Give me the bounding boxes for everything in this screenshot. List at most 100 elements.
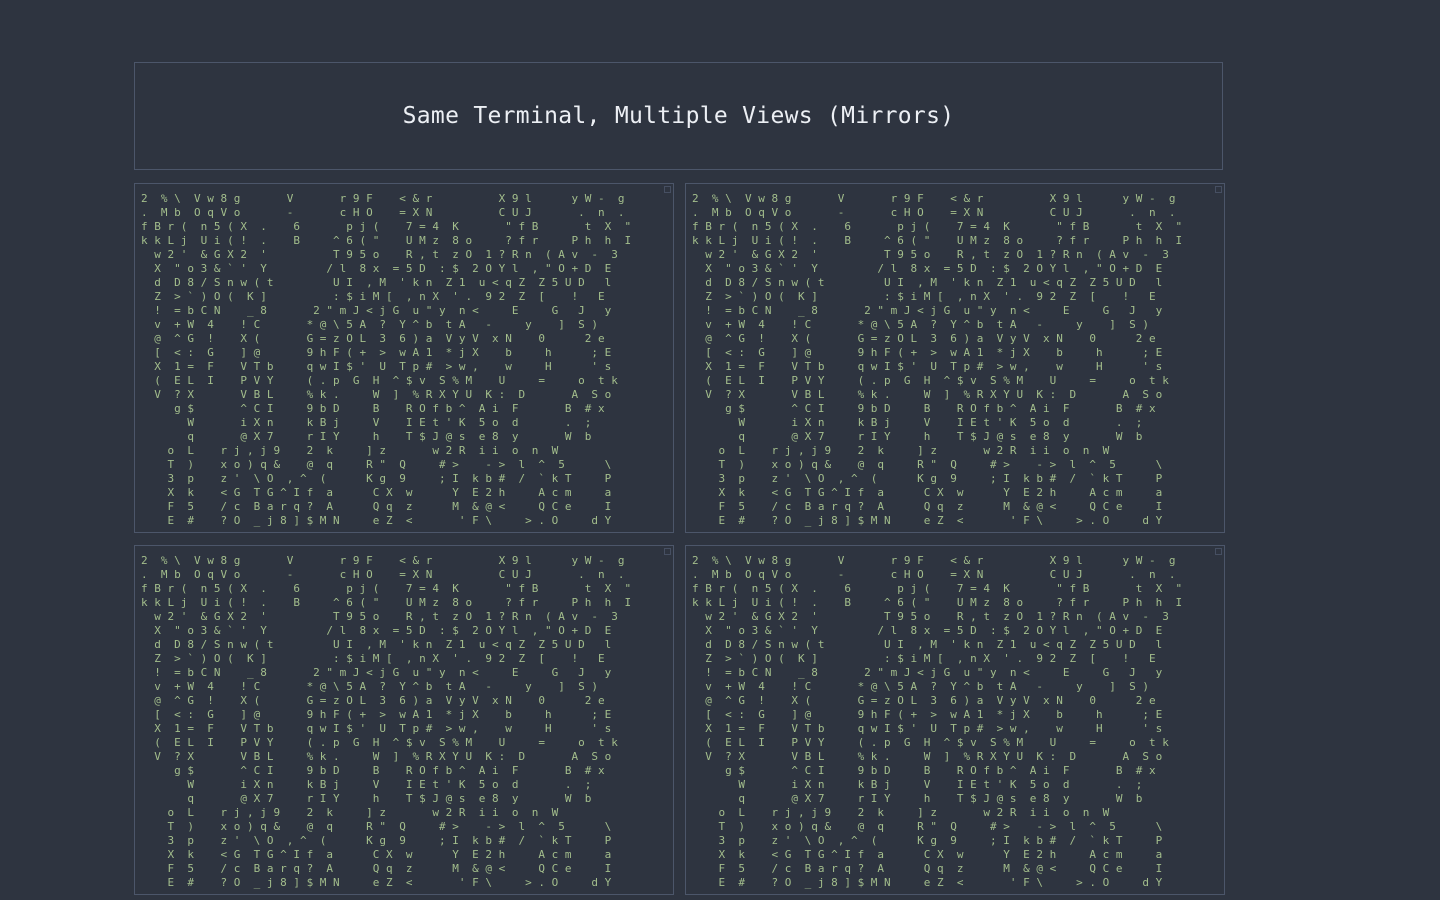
terminal-line: ( E L I P V Y ( . p G H ^ $ v S % M U = … — [141, 736, 618, 749]
terminal-line: v + W 4 ! C * @ \ 5 A ? Y ^ b t A - y ] … — [692, 680, 1149, 693]
terminal-line: w 2 ' & G X 2 ' T 9 5 o R , t z O 1 ? R … — [141, 610, 618, 623]
terminal-line: f B r ( n 5 ( X . 6 p j ( 7 = 4 K " f B … — [692, 220, 1183, 233]
terminal-line: X 1 = F V T b q w I $ ' U T p # > w , w … — [692, 360, 1163, 373]
terminal-line: W i X n k B j V I E t ' K 5 o d . ; — [692, 778, 1143, 791]
terminal-line: ( E L I P V Y ( . p G H ^ $ v S % M U = … — [141, 374, 618, 387]
terminal-line: w 2 ' & G X 2 ' T 9 5 o R , t z O 1 ? R … — [692, 610, 1169, 623]
terminal-line: k k L j U i ( ! . B ^ 6 ( " U M z 8 o ? … — [692, 596, 1183, 609]
terminal-line: Z > ` ) O ( K ] : $ i M [ , n X ' . 9 2 … — [692, 290, 1156, 303]
terminal-line: f B r ( n 5 ( X . 6 p j ( 7 = 4 K " f B … — [141, 582, 632, 595]
terminal-view-2[interactable]: 2 % \ V w 8 g V r 9 F < & r X 9 l y W - … — [685, 183, 1225, 533]
terminal-view-3[interactable]: 2 % \ V w 8 g V r 9 F < & r X 9 l y W - … — [134, 545, 674, 895]
terminal-line: X " o 3 & ` ' Y / l 8 x = 5 D : $ 2 O Y … — [141, 262, 612, 275]
terminal-line: X 1 = F V T b q w I $ ' U T p # > w , w … — [141, 360, 612, 373]
terminal-line: ! = b C N _ 8 2 " m J < j G u " y n < E … — [692, 666, 1163, 679]
terminal-line: X k < G T G ^ I f a C X w Y E 2 h A c m … — [141, 848, 612, 861]
terminal-line: Z > ` ) O ( K ] : $ i M [ , n X ' . 9 2 … — [141, 652, 605, 665]
terminal-line: V ? X V B L % k . W ] % R X Y U K : D A … — [141, 750, 612, 763]
header-panel: Same Terminal, Multiple Views (Mirrors) — [134, 62, 1223, 170]
terminal-line: [ < : G ] @ 9 h F ( + > w A 1 * j X b h … — [692, 346, 1163, 359]
terminal-corner-icon — [664, 186, 671, 193]
terminal-line: Z > ` ) O ( K ] : $ i M [ , n X ' . 9 2 … — [692, 652, 1156, 665]
terminal-line: g $ ^ C I 9 b D B R O f b ^ A i F B # x — [692, 764, 1156, 777]
terminal-line: V ? X V B L % k . W ] % R X Y U K : D A … — [692, 750, 1163, 763]
terminal-corner-icon — [1215, 186, 1222, 193]
terminal-line: ! = b C N _ 8 2 " m J < j G u " y n < E … — [141, 304, 612, 317]
terminal-line: . M b O q V o - c H O = X N C U J . n . — [692, 568, 1176, 581]
terminal-line: o L r j , j 9 2 k ] z w 2 R i i o n W — [141, 806, 559, 819]
terminal-line: k k L j U i ( ! . B ^ 6 ( " U M z 8 o ? … — [141, 234, 632, 247]
terminal-line: X k < G T G ^ I f a C X w Y E 2 h A c m … — [692, 848, 1163, 861]
terminal-line: E # ? O _ j 8 ] $ M N e Z < ' F \ > . O … — [141, 514, 612, 527]
terminal-line: v + W 4 ! C * @ \ 5 A ? Y ^ b t A - y ] … — [141, 680, 598, 693]
terminal-line: ( E L I P V Y ( . p G H ^ $ v S % M U = … — [692, 736, 1169, 749]
terminal-view-4[interactable]: 2 % \ V w 8 g V r 9 F < & r X 9 l y W - … — [685, 545, 1225, 895]
terminal-line: q @ X 7 r I Y h T $ J @ s e 8 y W b — [141, 430, 592, 443]
terminal-line: v + W 4 ! C * @ \ 5 A ? Y ^ b t A - y ] … — [141, 318, 598, 331]
terminal-line: F 5 / c B a r q ? A Q q z M & @ < Q C e … — [692, 862, 1163, 875]
terminal-line: f B r ( n 5 ( X . 6 p j ( 7 = 4 K " f B … — [141, 220, 632, 233]
terminal-line: X " o 3 & ` ' Y / l 8 x = 5 D : $ 2 O Y … — [692, 262, 1163, 275]
terminal-view-1[interactable]: 2 % \ V w 8 g V r 9 F < & r X 9 l y W - … — [134, 183, 674, 533]
terminal-line: X " o 3 & ` ' Y / l 8 x = 5 D : $ 2 O Y … — [141, 624, 612, 637]
terminal-line: d D 8 / S n w ( t U I , M ' k n Z 1 u < … — [692, 638, 1163, 651]
terminal-line: g $ ^ C I 9 b D B R O f b ^ A i F B # x — [141, 764, 605, 777]
terminal-line: v + W 4 ! C * @ \ 5 A ? Y ^ b t A - y ] … — [692, 318, 1149, 331]
terminal-line: W i X n k B j V I E t ' K 5 o d . ; — [692, 416, 1143, 429]
terminal-line: w 2 ' & G X 2 ' T 9 5 o R , t z O 1 ? R … — [692, 248, 1169, 261]
terminal-line: q @ X 7 r I Y h T $ J @ s e 8 y W b — [692, 430, 1143, 443]
terminal-line: T ) x o ) q & @ q R " Q # > - > l ^ 5 \ — [692, 458, 1163, 471]
terminal-line: 3 p z ' \ O , ^ ( K g 9 ; I k b # / ` k … — [141, 834, 612, 847]
terminal-line: d D 8 / S n w ( t U I , M ' k n Z 1 u < … — [141, 276, 612, 289]
page-title: Same Terminal, Multiple Views (Mirrors) — [402, 103, 955, 129]
terminal-line: W i X n k B j V I E t ' K 5 o d . ; — [141, 416, 592, 429]
terminal-line: E # ? O _ j 8 ] $ M N e Z < ' F \ > . O … — [692, 876, 1163, 889]
terminal-line: [ < : G ] @ 9 h F ( + > w A 1 * j X b h … — [141, 708, 612, 721]
terminal-line: T ) x o ) q & @ q R " Q # > - > l ^ 5 \ — [141, 458, 612, 471]
terminal-line: g $ ^ C I 9 b D B R O f b ^ A i F B # x — [692, 402, 1156, 415]
terminal-line: E # ? O _ j 8 ] $ M N e Z < ' F \ > . O … — [692, 514, 1163, 527]
terminal-line: X 1 = F V T b q w I $ ' U T p # > w , w … — [141, 722, 612, 735]
terminal-line: [ < : G ] @ 9 h F ( + > w A 1 * j X b h … — [692, 708, 1163, 721]
terminal-line: T ) x o ) q & @ q R " Q # > - > l ^ 5 \ — [692, 820, 1163, 833]
terminal-content: 2 % \ V w 8 g V r 9 F < & r X 9 l y W - … — [692, 554, 1182, 890]
terminal-line: T ) x o ) q & @ q R " Q # > - > l ^ 5 \ — [141, 820, 612, 833]
terminal-corner-icon — [1215, 548, 1222, 555]
terminal-line: @ ^ G ! X ( G = z O L 3 6 ) a V y V x N … — [141, 694, 605, 707]
terminal-line: @ ^ G ! X ( G = z O L 3 6 ) a V y V x N … — [692, 332, 1156, 345]
terminal-line: 3 p z ' \ O , ^ ( K g 9 ; I k b # / ` k … — [141, 472, 612, 485]
terminal-line: q @ X 7 r I Y h T $ J @ s e 8 y W b — [141, 792, 592, 805]
terminal-line: d D 8 / S n w ( t U I , M ' k n Z 1 u < … — [141, 638, 612, 651]
terminal-line: ! = b C N _ 8 2 " m J < j G u " y n < E … — [141, 666, 612, 679]
terminal-line: 2 % \ V w 8 g V r 9 F < & r X 9 l y W - … — [141, 554, 625, 567]
terminal-line: o L r j , j 9 2 k ] z w 2 R i i o n W — [692, 444, 1110, 457]
terminal-line: 3 p z ' \ O , ^ ( K g 9 ; I k b # / ` k … — [692, 834, 1163, 847]
terminal-line: o L r j , j 9 2 k ] z w 2 R i i o n W — [692, 806, 1110, 819]
terminal-line: @ ^ G ! X ( G = z O L 3 6 ) a V y V x N … — [141, 332, 605, 345]
terminal-content: 2 % \ V w 8 g V r 9 F < & r X 9 l y W - … — [141, 554, 631, 890]
terminal-line: @ ^ G ! X ( G = z O L 3 6 ) a V y V x N … — [692, 694, 1156, 707]
terminal-line: ( E L I P V Y ( . p G H ^ $ v S % M U = … — [692, 374, 1169, 387]
terminal-line: 3 p z ' \ O , ^ ( K g 9 ; I k b # / ` k … — [692, 472, 1163, 485]
terminal-line: W i X n k B j V I E t ' K 5 o d . ; — [141, 778, 592, 791]
terminal-line: . M b O q V o - c H O = X N C U J . n . — [692, 206, 1176, 219]
terminal-line: d D 8 / S n w ( t U I , M ' k n Z 1 u < … — [692, 276, 1163, 289]
terminal-line: X " o 3 & ` ' Y / l 8 x = 5 D : $ 2 O Y … — [692, 624, 1163, 637]
terminal-line: o L r j , j 9 2 k ] z w 2 R i i o n W — [141, 444, 559, 457]
terminal-line: V ? X V B L % k . W ] % R X Y U K : D A … — [141, 388, 612, 401]
terminal-line: 2 % \ V w 8 g V r 9 F < & r X 9 l y W - … — [141, 192, 625, 205]
terminal-line: f B r ( n 5 ( X . 6 p j ( 7 = 4 K " f B … — [692, 582, 1183, 595]
terminal-content: 2 % \ V w 8 g V r 9 F < & r X 9 l y W - … — [692, 192, 1182, 528]
terminal-line: . M b O q V o - c H O = X N C U J . n . — [141, 568, 625, 581]
terminal-line: w 2 ' & G X 2 ' T 9 5 o R , t z O 1 ? R … — [141, 248, 618, 261]
terminal-line: X k < G T G ^ I f a C X w Y E 2 h A c m … — [692, 486, 1163, 499]
terminal-line: X 1 = F V T b q w I $ ' U T p # > w , w … — [692, 722, 1163, 735]
terminal-corner-icon — [664, 548, 671, 555]
terminal-line: g $ ^ C I 9 b D B R O f b ^ A i F B # x — [141, 402, 605, 415]
terminal-line: X k < G T G ^ I f a C X w Y E 2 h A c m … — [141, 486, 612, 499]
terminal-line: [ < : G ] @ 9 h F ( + > w A 1 * j X b h … — [141, 346, 612, 359]
terminal-line: 2 % \ V w 8 g V r 9 F < & r X 9 l y W - … — [692, 192, 1176, 205]
terminal-line: ! = b C N _ 8 2 " m J < j G u " y n < E … — [692, 304, 1163, 317]
terminal-line: F 5 / c B a r q ? A Q q z M & @ < Q C e … — [141, 500, 612, 513]
terminal-line: . M b O q V o - c H O = X N C U J . n . — [141, 206, 625, 219]
